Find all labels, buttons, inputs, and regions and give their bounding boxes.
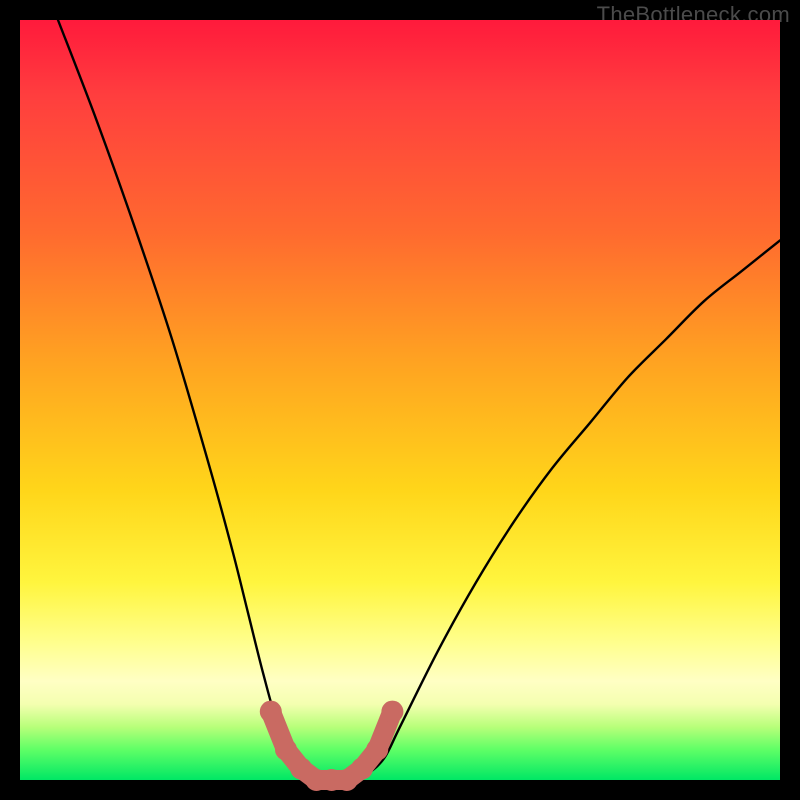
valley-marker-dot — [351, 758, 373, 780]
bottleneck-curve — [58, 20, 780, 781]
chart-frame: TheBottleneck.com — [0, 0, 800, 800]
curve-layer — [20, 20, 780, 780]
valley-marker-dots — [260, 701, 404, 791]
plot-area — [20, 20, 780, 780]
valley-marker-dot — [381, 701, 403, 723]
valley-marker-dot — [366, 739, 388, 761]
valley-marker-dot — [275, 739, 297, 761]
valley-marker-dot — [260, 701, 282, 723]
